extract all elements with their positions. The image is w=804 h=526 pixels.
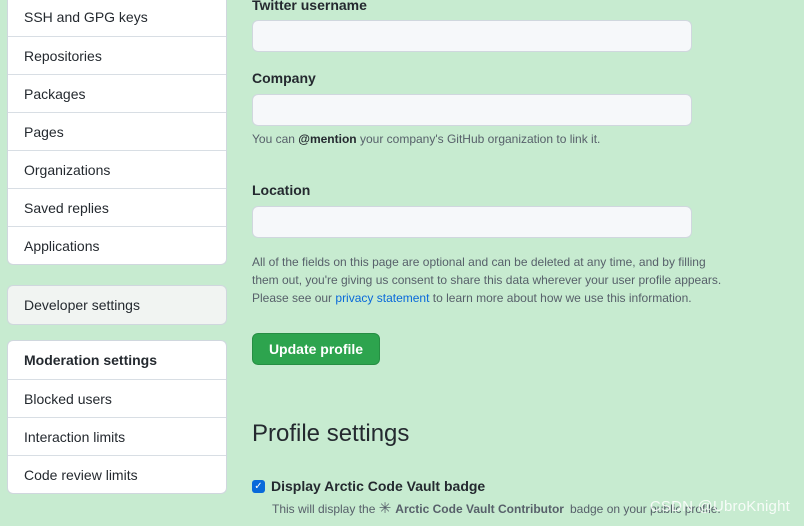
moderation-menu: Moderation settings Blocked users Intera… [7,340,227,494]
sidebar-item-ssh-gpg-keys[interactable]: SSH and GPG keys [8,0,226,36]
sidebar-item-developer-settings[interactable]: Developer settings [8,286,226,324]
location-input[interactable] [252,206,692,238]
profile-settings-heading: Profile settings [252,420,410,447]
sidebar-item-saved-replies[interactable]: Saved replies [8,188,226,226]
company-label: Company [252,70,316,86]
update-profile-button[interactable]: Update profile [252,333,380,365]
sidebar-item-pages[interactable]: Pages [8,112,226,150]
sidebar-item-packages[interactable]: Packages [8,74,226,112]
sidebar-item-code-review-limits[interactable]: Code review limits [8,455,226,493]
snowflake-icon: ✳ [378,500,392,517]
watermark: CSDN @UbroKnight [649,498,790,515]
arctic-badge-checkbox[interactable]: ✓ [252,480,265,493]
sidebar-item-applications[interactable]: Applications [8,226,226,264]
privacy-statement-link[interactable]: privacy statement [335,291,429,305]
sidebar-item-repositories[interactable]: Repositories [8,36,226,74]
company-input[interactable] [252,94,692,126]
arctic-badge-name: Arctic Code Vault Contributor [395,502,564,516]
twitter-username-label: Twitter username [252,0,367,13]
settings-menu: SSH and GPG keys Repositories Packages P… [7,0,227,265]
location-label: Location [252,182,311,198]
moderation-settings-heading: Moderation settings [24,352,158,368]
privacy-note: All of the fields on this page are optio… [252,255,722,305]
sidebar-item-organizations[interactable]: Organizations [8,150,226,188]
sidebar-item-blocked-users[interactable]: Blocked users [8,379,226,417]
sidebar-item-interaction-limits[interactable]: Interaction limits [8,417,226,455]
checkmark-icon: ✓ [254,481,263,492]
arctic-badge-label[interactable]: Display Arctic Code Vault badge [271,478,485,494]
twitter-username-input[interactable] [252,20,692,52]
mention-text: @mention [298,132,357,146]
company-note: You can @mention your company's GitHub o… [252,132,601,146]
developer-settings-menu: Developer settings [7,285,227,325]
